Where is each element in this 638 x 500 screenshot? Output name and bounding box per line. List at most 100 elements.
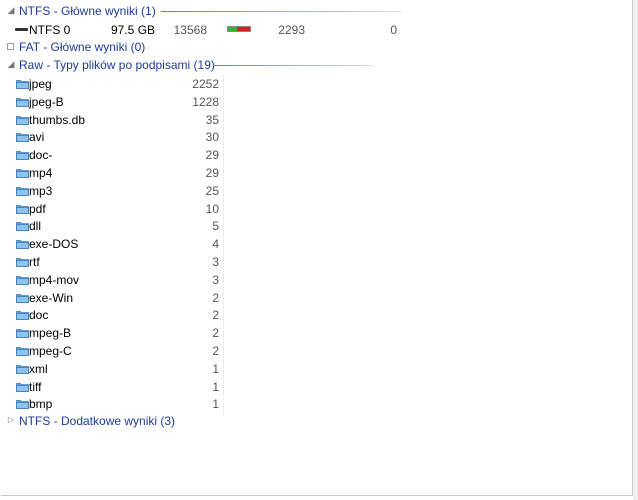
list-item[interactable]: exe-Win 2	[1, 288, 632, 306]
file-type-count: 30	[205, 130, 219, 145]
file-type-count: 2	[212, 308, 219, 323]
partition-value-3: 0	[390, 23, 397, 37]
file-type-name: doc-	[29, 148, 53, 163]
folder-icon	[16, 185, 29, 196]
folder-icon	[16, 274, 29, 285]
folder-icon	[16, 292, 29, 303]
file-type-count: 2252	[192, 77, 219, 91]
file-type-name: jpeg	[29, 77, 52, 91]
folder-icon	[16, 398, 29, 410]
file-type-count: 5	[212, 219, 219, 234]
folder-icon	[16, 309, 29, 321]
list-item[interactable]: xml 1	[1, 359, 632, 377]
group-ntfs-extra[interactable]: ▷ NTFS - Dodatkowe wyniki (3)	[1, 412, 632, 430]
folder-icon	[16, 149, 29, 161]
file-type-name: tiff	[29, 379, 42, 394]
vertical-scrollbar[interactable]	[633, 0, 638, 500]
file-type-name: avi	[29, 130, 45, 145]
expand-arrow-icon[interactable]: ▷	[6, 415, 16, 425]
folder-icon	[16, 78, 29, 89]
file-type-name: rtf	[29, 255, 40, 269]
ntfs-partition-row[interactable]: NTFS 0 97.5 GB 13568 2293 0	[1, 20, 632, 38]
file-type-count: 35	[205, 112, 219, 127]
file-type-name: dll	[29, 219, 42, 234]
list-item[interactable]: mpeg-B 2	[1, 323, 632, 341]
file-type-count: 1	[212, 397, 219, 412]
list-item[interactable]: mp4-mov 3	[1, 270, 632, 288]
collapse-arrow-icon[interactable]: ◢	[6, 59, 16, 69]
group-title: Raw - Typy plików po podpisami (19)	[19, 58, 215, 72]
list-item[interactable]: mp4 29	[1, 163, 632, 181]
list-item[interactable]: jpeg-B 1228	[1, 92, 632, 110]
partition-size: 97.5 GB	[111, 23, 156, 37]
file-type-name: doc	[29, 308, 49, 323]
file-type-count: 3	[212, 255, 219, 269]
folder-icon	[16, 363, 29, 374]
partition-value-1: 13568	[173, 23, 207, 37]
file-type-count: 4	[212, 237, 219, 252]
list-item[interactable]: doc- 29	[1, 145, 632, 163]
list-item[interactable]: bmp 1	[1, 394, 632, 412]
partition-name: NTFS 0	[29, 23, 71, 37]
file-type-name: exe-DOS	[29, 237, 79, 252]
file-type-name: xml	[29, 361, 48, 376]
list-item[interactable]: dll 5	[1, 216, 632, 234]
drive-icon	[15, 28, 28, 31]
folder-icon	[16, 345, 29, 356]
file-type-name: mpeg-B	[29, 326, 72, 341]
usage-bar	[227, 26, 251, 32]
file-type-count: 10	[205, 201, 219, 216]
file-type-name: exe-Win	[29, 290, 74, 305]
group-fat-main[interactable]: FAT - Główne wyniki (0)	[1, 38, 632, 56]
group-ntfs-main[interactable]: ◢ NTFS - Główne wyniki (1)	[1, 2, 632, 20]
folder-icon	[16, 131, 29, 143]
file-type-name: thumbs.db	[29, 112, 86, 127]
file-type-name: bmp	[29, 397, 53, 412]
folder-icon	[16, 167, 29, 178]
file-type-name: mp4-mov	[29, 272, 80, 287]
results-tree: ◢ NTFS - Główne wyniki (1) NTFS 0 97.5 G…	[1, 0, 633, 496]
list-item[interactable]: jpeg 2252	[1, 74, 632, 92]
list-item[interactable]: mpeg-C 2	[1, 341, 632, 359]
file-type-name: jpeg-B	[29, 94, 64, 109]
folder-icon	[16, 203, 29, 214]
file-type-count: 3	[212, 272, 219, 287]
group-title: NTFS - Dodatkowe wyniki (3)	[19, 414, 176, 428]
file-type-count: 29	[205, 166, 219, 180]
expand-box-icon[interactable]	[7, 43, 14, 50]
folder-icon	[16, 96, 29, 107]
list-item[interactable]: avi 30	[1, 127, 632, 145]
folder-icon	[16, 238, 29, 250]
file-type-count: 2	[212, 326, 219, 341]
file-type-count: 29	[205, 148, 219, 163]
collapse-arrow-icon[interactable]: ◢	[6, 5, 16, 15]
list-item[interactable]: doc 2	[1, 305, 632, 323]
folder-icon	[16, 327, 29, 339]
file-type-count: 1	[212, 361, 219, 376]
folder-icon	[16, 256, 29, 267]
folder-icon	[16, 114, 29, 125]
list-item[interactable]: tiff 1	[1, 377, 632, 395]
file-type-name: mp4	[29, 166, 53, 180]
folder-icon	[16, 220, 29, 232]
group-raw[interactable]: ◢ Raw - Typy plików po podpisami (19)	[1, 56, 632, 74]
list-item[interactable]: thumbs.db 35	[1, 110, 632, 128]
list-item[interactable]: rtf 3	[1, 252, 632, 270]
file-type-name: pdf	[29, 201, 46, 216]
list-item[interactable]: exe-DOS 4	[1, 234, 632, 252]
group-divider	[213, 65, 373, 66]
file-type-name: mp3	[29, 183, 53, 198]
group-title: FAT - Główne wyniki (0)	[19, 40, 146, 54]
file-type-count: 2	[212, 290, 219, 305]
usage-bar-fill	[228, 27, 237, 31]
group-divider	[161, 11, 401, 12]
file-type-count: 25	[205, 183, 219, 198]
file-type-count: 1228	[192, 94, 219, 109]
list-item[interactable]: mp3 25	[1, 181, 632, 199]
file-type-count: 2	[212, 344, 219, 358]
file-type-name: mpeg-C	[29, 344, 72, 358]
folder-icon	[16, 381, 29, 392]
group-title: NTFS - Główne wyniki (1)	[19, 4, 156, 18]
list-item[interactable]: pdf 10	[1, 199, 632, 217]
partition-value-2: 2293	[278, 23, 305, 37]
